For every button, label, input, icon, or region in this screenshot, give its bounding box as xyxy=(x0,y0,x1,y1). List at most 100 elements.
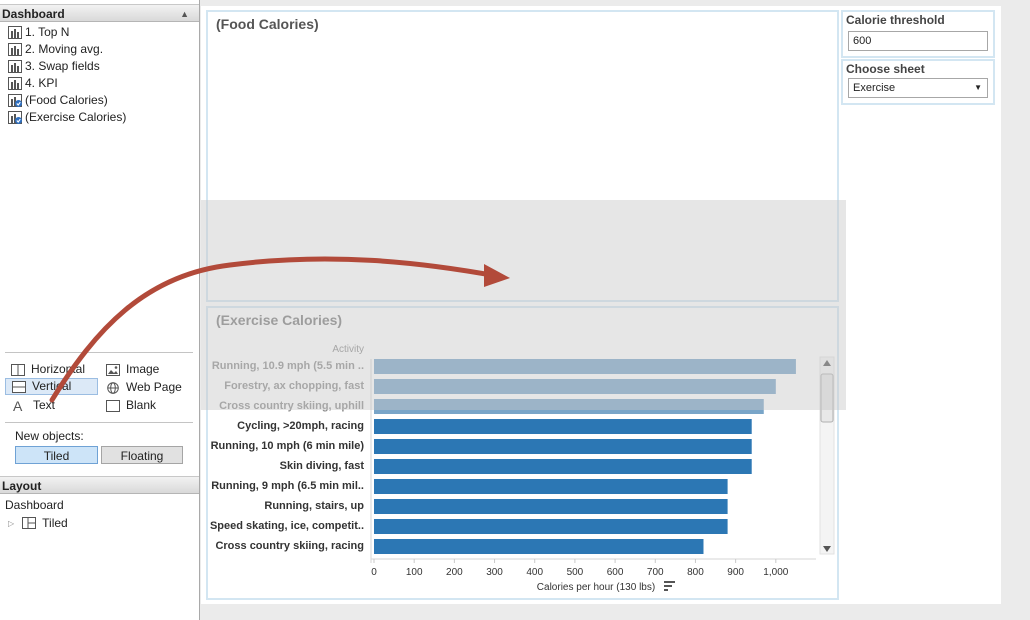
expand-triangle-icon[interactable]: ▷ xyxy=(8,519,14,528)
choose-sheet-title: Choose sheet xyxy=(846,62,925,76)
bar xyxy=(374,499,728,514)
sheet-list: 1. Top N 2. Moving avg. 3. Swap fields 4… xyxy=(8,24,126,126)
sheet-item-label: 4. KPI xyxy=(25,76,58,90)
bar-category-label: Running, 9 mph (6.5 min mil.. xyxy=(211,480,364,492)
sheet-item-label: (Exercise Calories) xyxy=(25,110,127,124)
tiled-button[interactable]: Tiled xyxy=(15,446,98,464)
sheet-item-moving-avg[interactable]: 2. Moving avg. xyxy=(8,41,126,58)
bar-chart-icon xyxy=(8,60,22,73)
x-tick-label: 500 xyxy=(567,567,584,578)
bar-category-label: Speed skating, ice, competit.. xyxy=(210,520,364,532)
sheet-item-label: 3. Swap fields xyxy=(25,59,100,73)
object-label: Blank xyxy=(126,398,157,412)
new-objects-label: New objects: xyxy=(15,429,84,443)
sheet-item-swap-fields[interactable]: 3. Swap fields xyxy=(8,58,126,75)
sheet-item-exercise-calories[interactable]: (Exercise Calories) xyxy=(8,109,126,126)
choose-sheet-zone: Choose sheet Exercise ▼ xyxy=(841,59,995,105)
bar-category-label: Running, 10.9 mph (5.5 min .. xyxy=(212,360,364,372)
globe-icon xyxy=(106,381,120,394)
exercise-calories-title: (Exercise Calories) xyxy=(216,312,343,328)
image-icon xyxy=(106,363,120,376)
x-tick-label: 300 xyxy=(486,567,503,578)
calorie-threshold-input[interactable]: 600 xyxy=(848,31,988,51)
object-label: Horizontal xyxy=(31,362,86,376)
x-tick-label: 800 xyxy=(687,567,704,578)
bar-chart-check-icon xyxy=(8,94,22,107)
bar-chart-icon xyxy=(8,43,22,56)
object-label: Web Page xyxy=(126,380,182,394)
x-tick-label: 100 xyxy=(406,567,423,578)
bar xyxy=(374,479,728,494)
sheet-item-label: (Food Calories) xyxy=(25,93,108,107)
choose-sheet-dropdown[interactable]: Exercise ▼ xyxy=(848,78,988,98)
choose-sheet-value: Exercise xyxy=(853,82,896,94)
sheet-item-top-n[interactable]: 1. Top N xyxy=(8,24,126,41)
bar-category-label: Running, 10 mph (6 min mile) xyxy=(211,440,365,452)
horizontal-container-icon xyxy=(11,363,25,376)
bar-chart-icon xyxy=(8,26,22,39)
bar-chart-check-icon xyxy=(8,111,22,124)
bar-category-label: Cycling, >20mph, racing xyxy=(237,420,364,432)
object-blank[interactable]: Blank xyxy=(106,397,156,414)
sheet-item-label: 2. Moving avg. xyxy=(25,42,104,56)
object-horizontal[interactable]: Horizontal xyxy=(11,361,85,378)
x-tick-label: 200 xyxy=(446,567,463,578)
x-tick-label: 700 xyxy=(647,567,664,578)
chevron-down-icon: ▼ xyxy=(974,83,982,92)
x-tick-label: 400 xyxy=(526,567,543,578)
tiled-container-icon xyxy=(22,516,37,530)
bar-category-label: Cross country skiing, uphill xyxy=(219,400,364,412)
object-label: Vertical xyxy=(32,379,72,393)
sort-icon xyxy=(664,589,668,591)
sheet-item-label: 1. Top N xyxy=(25,25,70,39)
x-tick-label: 1,000 xyxy=(763,567,788,578)
new-objects-separator xyxy=(5,422,193,423)
object-web-page[interactable]: Web Page xyxy=(106,379,182,396)
x-tick-label: 0 xyxy=(371,567,377,578)
bar xyxy=(374,459,752,474)
layout-panel-header: Layout xyxy=(0,476,199,494)
row-header-label: Activity xyxy=(332,344,364,355)
object-image[interactable]: Image xyxy=(106,361,159,378)
bar-category-label: Running, stairs, up xyxy=(264,500,364,512)
exercise-bar-chart[interactable]: Activity Running, 10.9 mph (5.5 min .. For… xyxy=(201,330,841,596)
objects-separator xyxy=(5,352,193,353)
bar xyxy=(374,519,728,534)
calorie-threshold-title: Calorie threshold xyxy=(846,13,945,27)
blank-icon xyxy=(106,399,120,412)
x-tick-label: 600 xyxy=(607,567,624,578)
object-text[interactable]: A Text xyxy=(13,397,55,414)
layout-tiled-label: Tiled xyxy=(42,516,68,530)
scrollbar-thumb xyxy=(820,373,834,423)
bar-chart-icon xyxy=(8,77,22,90)
sort-icon xyxy=(664,585,672,587)
bar xyxy=(374,439,752,454)
sort-icon xyxy=(664,581,675,583)
bar xyxy=(374,419,752,434)
sheet-item-kpi[interactable]: 4. KPI xyxy=(8,75,126,92)
food-calories-zone[interactable]: (Food Calories) xyxy=(206,10,839,302)
x-tick-label: 900 xyxy=(727,567,744,578)
layout-tree-dashboard[interactable]: Dashboard xyxy=(5,498,64,512)
object-vertical[interactable]: Vertical xyxy=(5,378,98,395)
x-axis-title: Calories per hour (130 lbs) xyxy=(537,582,655,593)
dashboard-panel-header: Dashboard ▲︎ xyxy=(0,4,199,22)
dashboard-header-label: Dashboard xyxy=(2,7,65,21)
object-label: Text xyxy=(33,398,56,412)
bar xyxy=(374,539,704,554)
layout-tree-tiled[interactable]: ▷ Tiled xyxy=(8,515,68,531)
bar-category-label: Cross country skiing, racing xyxy=(215,540,364,552)
bar-category-label: Forestry, ax chopping, fast xyxy=(224,380,364,392)
sheet-item-food-calories[interactable]: (Food Calories) xyxy=(8,92,126,109)
bar xyxy=(374,359,796,374)
bar-category-label: Skin diving, fast xyxy=(280,460,365,472)
sort-icon[interactable]: ▲︎ xyxy=(180,5,189,23)
bar xyxy=(374,399,764,414)
object-label: Image xyxy=(126,362,160,376)
text-icon: A xyxy=(13,397,23,414)
calorie-threshold-zone: Calorie threshold 600 xyxy=(841,10,995,58)
floating-button[interactable]: Floating xyxy=(101,446,183,464)
side-panel: Dashboard ▲︎ 1. Top N 2. Moving avg. 3. … xyxy=(0,0,200,620)
vertical-container-icon xyxy=(12,380,26,393)
food-calories-title: (Food Calories) xyxy=(216,16,319,32)
